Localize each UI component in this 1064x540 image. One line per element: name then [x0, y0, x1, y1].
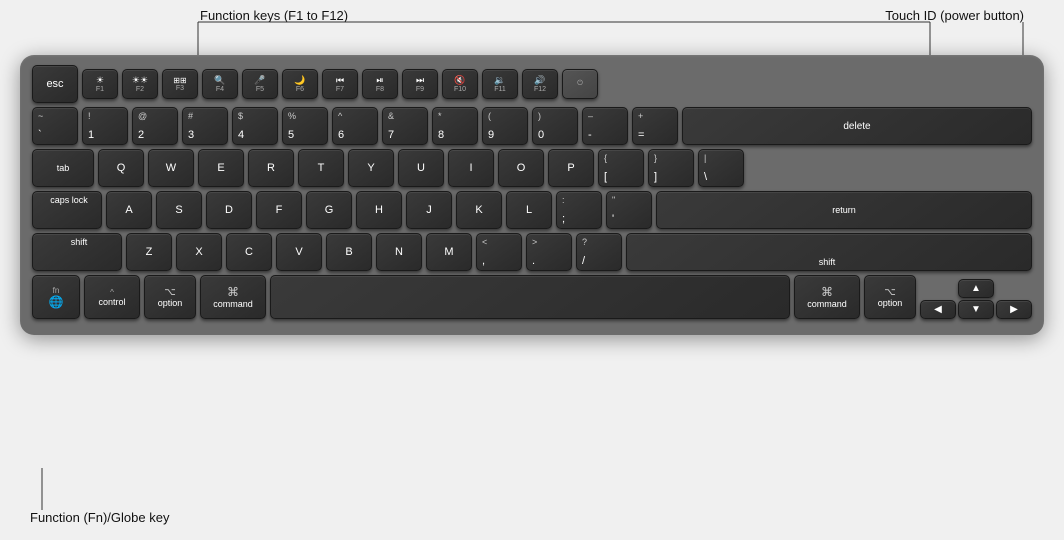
key-e[interactable]: E — [198, 149, 244, 187]
key-f12[interactable]: 🔊 F12 — [522, 69, 558, 99]
key-arrow-left[interactable]: ◀ — [920, 300, 956, 319]
key-esc[interactable]: esc — [32, 65, 78, 103]
key-9[interactable]: ( 9 — [482, 107, 528, 145]
key-5[interactable]: % 5 — [282, 107, 328, 145]
key-s[interactable]: S — [156, 191, 202, 229]
key-t[interactable]: T — [298, 149, 344, 187]
key-6[interactable]: ^ 6 — [332, 107, 378, 145]
key-comma[interactable]: <, — [476, 233, 522, 271]
key-arrow-right[interactable]: ▶ — [996, 300, 1032, 319]
key-a[interactable]: A — [106, 191, 152, 229]
key-rbracket[interactable]: }] — [648, 149, 694, 187]
shift-row: shift Z X C V B N M <, >. ?/ shift — [32, 233, 1032, 271]
key-r[interactable]: R — [248, 149, 294, 187]
home-row: caps lock A S D F G H J K L :; "' return — [32, 191, 1032, 229]
key-x[interactable]: X — [176, 233, 222, 271]
key-f5[interactable]: 🎤 F5 — [242, 69, 278, 99]
touch-id-label: Touch ID (power button) — [885, 8, 1024, 23]
key-0[interactable]: ) 0 — [532, 107, 578, 145]
key-return[interactable]: return — [656, 191, 1032, 229]
key-q[interactable]: Q — [98, 149, 144, 187]
key-option-right[interactable]: ⌥ option — [864, 275, 916, 319]
key-arrow-down[interactable]: ▼ — [958, 300, 994, 319]
key-z[interactable]: Z — [126, 233, 172, 271]
key-i[interactable]: I — [448, 149, 494, 187]
key-f11[interactable]: 🔉 F11 — [482, 69, 518, 99]
key-f4[interactable]: 🔍 F4 — [202, 69, 238, 99]
key-u[interactable]: U — [398, 149, 444, 187]
key-o[interactable]: O — [498, 149, 544, 187]
key-semicolon[interactable]: :; — [556, 191, 602, 229]
key-f8[interactable]: ⏯ F8 — [362, 69, 398, 99]
key-backtick[interactable]: ~ ` — [32, 107, 78, 145]
key-quote[interactable]: "' — [606, 191, 652, 229]
key-y[interactable]: Y — [348, 149, 394, 187]
key-l[interactable]: L — [506, 191, 552, 229]
key-fn-globe[interactable]: fn 🌐 — [32, 275, 80, 319]
key-n[interactable]: N — [376, 233, 422, 271]
key-3[interactable]: # 3 — [182, 107, 228, 145]
arrow-bottom-row: ◀ ▼ ▶ — [920, 300, 1032, 319]
key-lbracket[interactable]: {[ — [598, 149, 644, 187]
key-arrow-up[interactable]: ▲ — [958, 279, 994, 298]
key-tab[interactable]: tab — [32, 149, 94, 187]
key-2[interactable]: @ 2 — [132, 107, 178, 145]
function-keys-label: Function keys (F1 to F12) — [200, 8, 348, 23]
key-k[interactable]: K — [456, 191, 502, 229]
key-backslash[interactable]: |\ — [698, 149, 744, 187]
key-touch-id[interactable]: ⏻ — [562, 69, 598, 99]
key-f10[interactable]: 🔇 F10 — [442, 69, 478, 99]
key-minus[interactable]: – - — [582, 107, 628, 145]
number-row: ~ ` ! 1 @ 2 # 3 $ 4 % 5 ^ 6 & 7 — [32, 107, 1032, 145]
key-j[interactable]: J — [406, 191, 452, 229]
function-row: esc ☀ F1 ☀☀ F2 ⊞⊞ F3 🔍 F4 🎤 F5 🌙 F6 ⏮ F7 — [32, 65, 1032, 103]
fn-globe-label: Function (Fn)/Globe key — [30, 510, 169, 525]
key-1[interactable]: ! 1 — [82, 107, 128, 145]
key-command-right[interactable]: ⌘ command — [794, 275, 860, 319]
key-f7[interactable]: ⏮ F7 — [322, 69, 358, 99]
key-h[interactable]: H — [356, 191, 402, 229]
key-v[interactable]: V — [276, 233, 322, 271]
key-f6[interactable]: 🌙 F6 — [282, 69, 318, 99]
key-control[interactable]: ^ control — [84, 275, 140, 319]
arrow-top-row: ▲ — [920, 279, 1032, 298]
key-delete[interactable]: delete — [682, 107, 1032, 145]
key-option-left[interactable]: ⌥ option — [144, 275, 196, 319]
key-command-left[interactable]: ⌘ command — [200, 275, 266, 319]
key-period[interactable]: >. — [526, 233, 572, 271]
key-caps-lock[interactable]: caps lock — [32, 191, 102, 229]
key-shift-left[interactable]: shift — [32, 233, 122, 271]
key-f9[interactable]: ⏭ F9 — [402, 69, 438, 99]
key-4[interactable]: $ 4 — [232, 107, 278, 145]
key-m[interactable]: M — [426, 233, 472, 271]
key-b[interactable]: B — [326, 233, 372, 271]
key-w[interactable]: W — [148, 149, 194, 187]
key-f2[interactable]: ☀☀ F2 — [122, 69, 158, 99]
keyboard: esc ☀ F1 ☀☀ F2 ⊞⊞ F3 🔍 F4 🎤 F5 🌙 F6 ⏮ F7 — [20, 55, 1044, 335]
key-f1[interactable]: ☀ F1 — [82, 69, 118, 99]
key-8[interactable]: * 8 — [432, 107, 478, 145]
key-f[interactable]: F — [256, 191, 302, 229]
key-space[interactable] — [270, 275, 790, 319]
bottom-row: fn 🌐 ^ control ⌥ option ⌘ command ⌘ comm… — [32, 275, 1032, 319]
key-slash[interactable]: ?/ — [576, 233, 622, 271]
qwerty-row: tab Q W E R T Y U I O P {[ }] |\ — [32, 149, 1032, 187]
key-g[interactable]: G — [306, 191, 352, 229]
key-shift-right[interactable]: shift — [626, 233, 1032, 271]
key-f3[interactable]: ⊞⊞ F3 — [162, 69, 198, 99]
key-equals[interactable]: + = — [632, 107, 678, 145]
key-d[interactable]: D — [206, 191, 252, 229]
arrow-cluster: ▲ ◀ ▼ ▶ — [920, 279, 1032, 319]
key-7[interactable]: & 7 — [382, 107, 428, 145]
key-c[interactable]: C — [226, 233, 272, 271]
key-p[interactable]: P — [548, 149, 594, 187]
